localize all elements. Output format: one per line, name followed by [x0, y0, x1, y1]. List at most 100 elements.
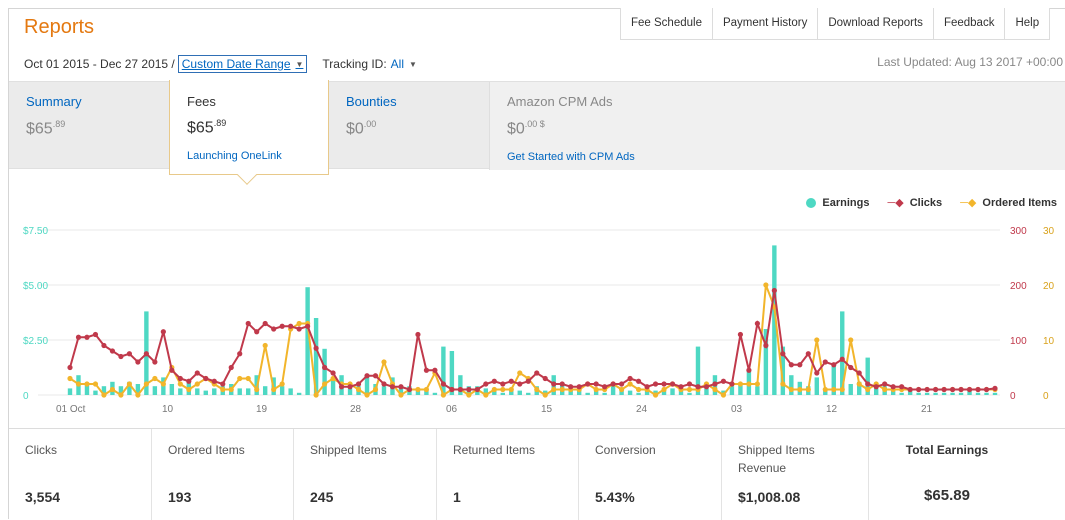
ordered-items-point	[143, 381, 149, 387]
clicks-point	[67, 364, 73, 371]
clicks-point	[279, 323, 285, 329]
chart-svg: $7.50 300 30$5.00 200 20$2.50 100 100 0 001 Oct 1…	[23, 226, 1055, 415]
earnings-bar	[262, 386, 268, 395]
download-reports-button[interactable]: Download Reports	[818, 8, 934, 40]
x-tick-label: 06	[446, 404, 458, 415]
legend-clicks-label: Clicks	[909, 196, 943, 209]
ordered-items-point	[75, 381, 82, 387]
clicks-point	[678, 384, 684, 390]
clicks-point	[788, 362, 794, 368]
earnings-bar	[441, 346, 446, 395]
ordered-items-point	[619, 386, 625, 393]
metric-label: Returned Items	[453, 443, 536, 457]
amount-main: $0	[346, 120, 364, 138]
earnings-bar	[347, 388, 353, 395]
earnings-bar	[814, 377, 819, 395]
clicks-point	[771, 287, 777, 294]
y-clicks-tick-label: 0	[1010, 391, 1016, 402]
clicks-point	[372, 373, 379, 379]
legend-earnings[interactable]: Earnings	[806, 196, 869, 209]
clicks-point	[916, 386, 922, 393]
x-tick-label: 28	[350, 404, 362, 415]
tab-fees-amount: $65.89	[187, 118, 226, 137]
ordered-items-point	[245, 375, 251, 382]
earnings-bar	[899, 392, 904, 395]
metric-value: $65.89	[924, 487, 970, 504]
tab-fees[interactable]: Fees $65.89 Launching OneLink	[169, 80, 329, 185]
tab-cpm-ads[interactable]: Amazon CPM Ads $0.00 $ Get Started with …	[489, 82, 1065, 170]
earnings-bar	[933, 392, 938, 395]
ordered-items-point	[101, 392, 107, 398]
ordered-items-point	[466, 392, 472, 398]
cpm-get-started-link[interactable]: Get Started with CPM Ads	[507, 151, 635, 163]
fee-schedule-button[interactable]: Fee Schedule	[621, 8, 713, 40]
feedback-button[interactable]: Feedback	[933, 8, 1006, 40]
earnings-bar	[381, 386, 387, 395]
earnings-bar	[992, 392, 998, 395]
report-tabs: Summary $65.89 Fees $65.89 Launching One…	[9, 80, 1065, 185]
ordered-items-point	[822, 386, 828, 393]
clicks-point	[924, 386, 930, 393]
ordered-items-point	[483, 392, 489, 398]
clicks-point	[576, 384, 582, 390]
ordered-items-point	[788, 386, 794, 393]
ordered-items-point	[856, 381, 862, 387]
clicks-point	[432, 367, 438, 373]
metric-label: Total Earnings	[905, 443, 989, 457]
tracking-id-dropdown[interactable]: Tracking ID: All ▼	[322, 57, 417, 71]
amount-cents: .89	[52, 119, 66, 129]
ordered-items-point	[228, 386, 234, 393]
payment-history-button[interactable]: Payment History	[712, 8, 819, 40]
ordered-items-point	[517, 370, 523, 376]
y-left-tick-label: $2.50	[23, 336, 48, 347]
launching-onelink-link[interactable]: Launching OneLink	[187, 150, 282, 162]
y-ordered-tick-label: 20	[1043, 281, 1055, 292]
help-button[interactable]: Help	[1005, 8, 1051, 40]
ordered-items-point	[271, 386, 277, 393]
legend-clicks[interactable]: ─◆ Clicks	[887, 196, 943, 210]
clicks-point	[737, 331, 744, 338]
clicks-point	[992, 385, 998, 391]
earnings-bar	[212, 388, 217, 395]
ordered-items-point	[296, 320, 302, 327]
earnings-bar	[975, 392, 981, 395]
clicks-point	[296, 326, 302, 332]
tab-bounties[interactable]: Bounties $0.00	[346, 82, 486, 170]
y-ordered-tick-label: 0	[1043, 391, 1049, 402]
ordered-items-point	[839, 386, 845, 393]
ordered-items-point	[686, 386, 693, 393]
clicks-point	[585, 381, 591, 387]
earnings-bar	[296, 392, 302, 395]
ordered-items-point	[627, 381, 633, 387]
clicks-point	[313, 345, 319, 351]
clicks-point	[712, 381, 718, 387]
ordered-items-point	[254, 386, 260, 393]
clicks-point	[525, 378, 531, 384]
earnings-bar	[755, 386, 760, 395]
clicks-point	[474, 386, 480, 393]
clicks-point	[763, 342, 769, 349]
date-range-select[interactable]: Custom Date Range ▼	[177, 55, 308, 73]
tab-summary[interactable]: Summary $65.89	[26, 82, 176, 170]
ordered-items-point	[92, 381, 99, 387]
legend-ordered-items[interactable]: ─◆ Ordered Items	[960, 196, 1057, 210]
clicks-point	[355, 381, 362, 387]
ordered-items-point	[160, 381, 166, 387]
metric-value: 245	[310, 489, 334, 505]
amount-main: $0	[507, 120, 525, 138]
clicks-point	[220, 381, 226, 387]
amount-main: $65	[26, 120, 53, 138]
date-range-select-label: Custom Date Range	[181, 57, 291, 71]
ordered-items-point	[542, 392, 548, 398]
ordered-items-point	[262, 342, 268, 349]
clicks-point	[347, 384, 353, 390]
x-tick-label: 19	[256, 404, 268, 415]
clicks-point	[169, 367, 175, 373]
ordered-items-point	[220, 386, 226, 393]
clicks-point	[882, 381, 888, 387]
clicks-point	[635, 378, 642, 384]
x-tick-label: 24	[636, 404, 648, 415]
ordered-items-point	[780, 381, 786, 387]
x-tick-label: 10	[162, 404, 174, 415]
clicks-point	[534, 370, 540, 376]
